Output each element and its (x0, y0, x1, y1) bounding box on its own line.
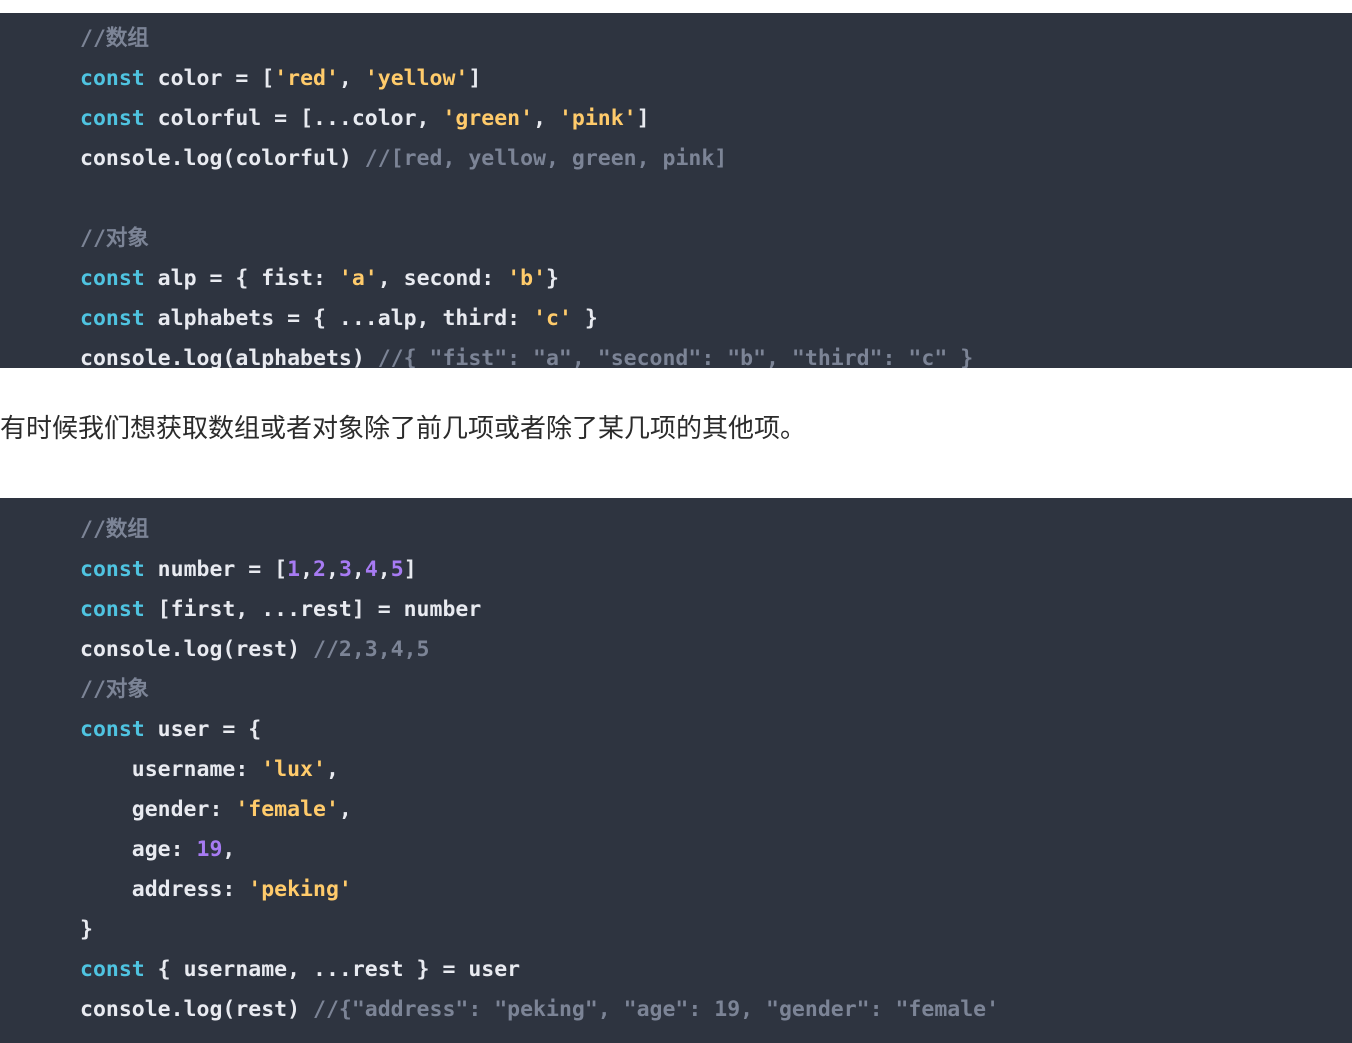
code-token-txt: alphabets = { ...alp, third: (144, 306, 534, 331)
code-token-txt: console.log(rest) (80, 997, 313, 1022)
code-token-txt: username: (80, 757, 262, 782)
prose-section: 有时候我们想获取数组或者对象除了前几项或者除了某几项的其他项。 (0, 381, 1352, 485)
code-token-txt: [first, ...rest] = number (144, 597, 482, 622)
code-token-txt: gender: (80, 797, 236, 822)
code-block-spread-operator: //数组 const color = ['red', 'yellow'] const… (0, 13, 1352, 368)
code-token-str: 'peking' (248, 877, 352, 902)
code-line: const alphabets = { ...alp, third: 'c' } (0, 299, 1352, 339)
code-line: //数组 (0, 510, 1352, 550)
code-line: const colorful = [...color, 'green', 'pi… (0, 99, 1352, 139)
code-token-txt: ] (468, 66, 482, 91)
code-token-txt: , (338, 797, 352, 822)
code-token-num: 4 (364, 557, 378, 582)
code-token-txt: , (325, 757, 339, 782)
code-token-kw: const (80, 717, 145, 742)
code-line: const user = { (0, 710, 1352, 750)
code-token-txt: number = [ (144, 557, 288, 582)
code-line: console.log(rest) //{"address": "peking"… (0, 990, 1352, 1030)
code-token-txt: alp = { fist: (144, 266, 339, 291)
code-line (0, 179, 1352, 219)
code-line: //对象 (0, 670, 1352, 710)
code-token-kw: const (80, 66, 145, 91)
code-token-txt: ] (403, 557, 417, 582)
code-token-txt: age: (80, 837, 197, 862)
code-token-txt: colorful = [...color, (144, 106, 443, 131)
code-block-rest-operator: //数组 const number = [1,2,3,4,5] const [fir… (0, 498, 1352, 1043)
code-token-kw: const (80, 597, 145, 622)
code-token-cmt: //对象 (80, 226, 149, 251)
code-token-txt: address: (80, 877, 249, 902)
code-line: age: 19, (0, 830, 1352, 870)
spacer-above-paragraph (0, 381, 1352, 411)
code-token-txt: , (377, 557, 391, 582)
code-line: } (0, 910, 1352, 950)
code-token-str: 'lux' (261, 757, 326, 782)
article-page: //数组 const color = ['red', 'yellow'] const… (0, 13, 1352, 1043)
code-token-cmt: //{ "fist": "a", "second": "b", "third":… (377, 346, 974, 368)
code-token-txt: user = { (144, 717, 262, 742)
code-token-cmt: //{"address": "peking", "age": 19, "gend… (313, 997, 1000, 1022)
code-line: console.log(alphabets) //{ "fist": "a", … (0, 339, 1352, 368)
code-line: const alp = { fist: 'a', second: 'b'} (0, 259, 1352, 299)
code-line: const color = ['red', 'yellow'] (0, 59, 1352, 99)
code-token-txt: console.log(rest) (80, 637, 313, 662)
code-token-str: 'b' (507, 266, 547, 291)
code-line: //对象 (0, 219, 1352, 259)
code-token-txt: } (80, 917, 93, 942)
code-token-txt: , (533, 106, 559, 131)
code-token-str: 'pink' (558, 106, 637, 131)
code-token-cmt: //2,3,4,5 (313, 637, 430, 662)
code-token-kw: const (80, 106, 145, 131)
spacer-below-paragraph (0, 447, 1352, 485)
code-token-txt: console.log(colorful) (80, 146, 365, 171)
code-token-cmt: //[red, yellow, green, pink] (364, 146, 728, 171)
code-token-str: 'female' (235, 797, 339, 822)
code-line: //数组 (0, 19, 1352, 59)
code-token-txt: { username, ...rest } = user (144, 957, 521, 982)
code-token-num: 19 (196, 837, 223, 862)
code-token-cmt: //数组 (80, 517, 149, 542)
code-token-kw: const (80, 306, 145, 331)
code-token-txt: , (351, 557, 365, 582)
code-token-txt: } (546, 266, 559, 291)
code-token-kw: const (80, 266, 145, 291)
code-line: username: 'lux', (0, 750, 1352, 790)
code-token-num: 2 (313, 557, 326, 582)
code-token-txt: , (338, 66, 365, 91)
code-line: console.log(rest) //2,3,4,5 (0, 630, 1352, 670)
code-token-str: 'red' (274, 66, 339, 91)
code-token-txt: , (300, 557, 314, 582)
code-line: const number = [1,2,3,4,5] (0, 550, 1352, 590)
code-token-txt: color = [ (144, 66, 275, 91)
explanation-paragraph: 有时候我们想获取数组或者对象除了前几项或者除了某几项的其他项。 (0, 414, 807, 444)
code-token-txt: console.log(alphabets) (80, 346, 378, 368)
code-token-txt: , (222, 837, 236, 862)
code-token-str: 'c' (533, 306, 572, 331)
code-token-txt: } (571, 306, 598, 331)
code-token-num: 3 (338, 557, 352, 582)
code-token-kw: const (80, 557, 145, 582)
code-line: const [first, ...rest] = number (0, 590, 1352, 630)
code-token-str: 'yellow' (364, 66, 469, 91)
code-token-txt: , (325, 557, 339, 582)
code-token-str: 'green' (442, 106, 534, 131)
code-line: console.log(colorful) //[red, yellow, gr… (0, 139, 1352, 179)
code-token-str: 'a' (338, 266, 378, 291)
code-token-cmt: //数组 (80, 26, 149, 51)
code-token-txt: ] (636, 106, 650, 131)
code-line: const { username, ...rest } = user (0, 950, 1352, 990)
code-token-num: 1 (287, 557, 301, 582)
code-line: address: 'peking' (0, 870, 1352, 910)
code-token-kw: const (80, 957, 145, 982)
code-token-cmt: //对象 (80, 677, 149, 702)
code-line: gender: 'female', (0, 790, 1352, 830)
code-token-txt: , second: (377, 266, 508, 291)
code-token-num: 5 (390, 557, 404, 582)
